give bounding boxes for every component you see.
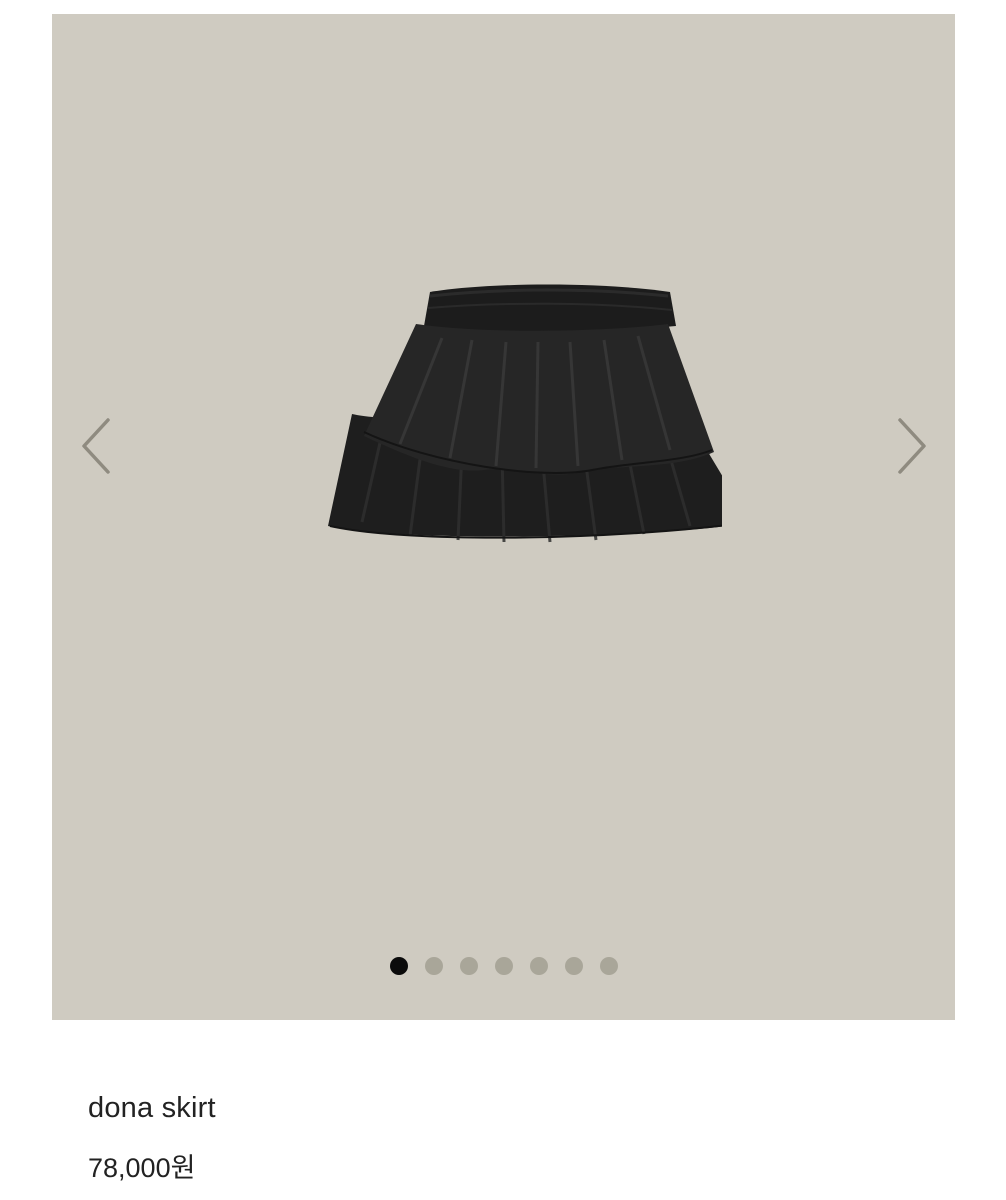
- chevron-right-icon[interactable]: [892, 414, 932, 478]
- slide-dot-3[interactable]: [460, 957, 478, 975]
- slide-dot-7[interactable]: [600, 957, 618, 975]
- slide-dot-6[interactable]: [565, 957, 583, 975]
- product-price: 78,000원: [88, 1153, 196, 1183]
- slide-pagination: [390, 957, 618, 975]
- product-image-skirt: [328, 284, 722, 543]
- slide-dot-1[interactable]: [390, 957, 408, 975]
- product-image-gallery[interactable]: [52, 14, 955, 1020]
- slide-dot-5[interactable]: [530, 957, 548, 975]
- product-name: dona skirt: [88, 1092, 216, 1124]
- slide-dot-2[interactable]: [425, 957, 443, 975]
- chevron-left-icon[interactable]: [76, 414, 116, 478]
- slide-dot-4[interactable]: [495, 957, 513, 975]
